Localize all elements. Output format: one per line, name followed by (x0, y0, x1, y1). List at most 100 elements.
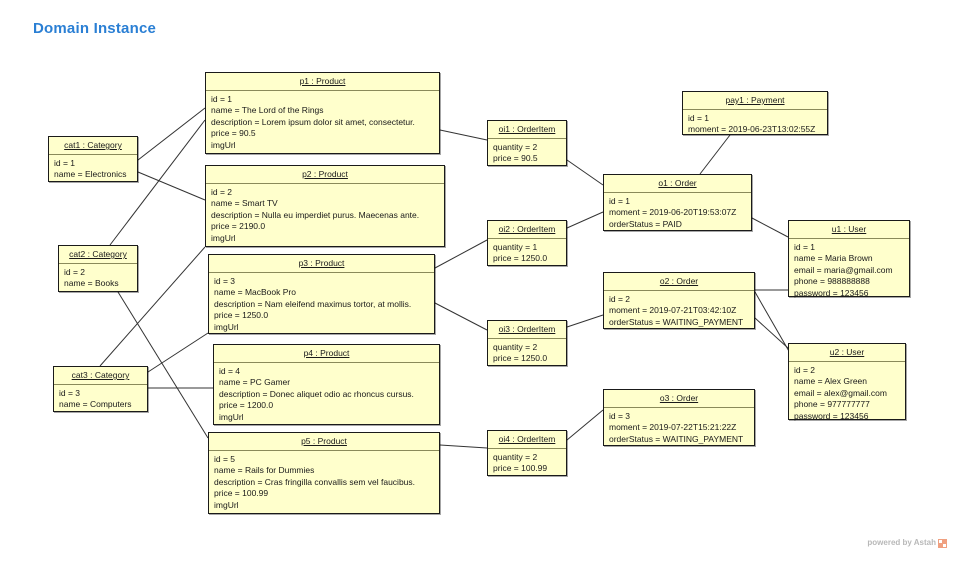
node-attribute: id = 2 (211, 187, 233, 197)
object-node-cat2[interactable]: cat2 : Category id = 2 name = Books (58, 245, 138, 292)
node-attribute: id = 1 (794, 242, 816, 252)
link-cat2-p5 (117, 291, 209, 439)
object-node-p5[interactable]: p5 : Product id = 5 name = Rails for Dummi… (208, 432, 440, 514)
object-node-p3[interactable]: p3 : Product id = 3 name = MacBook Pro desc… (208, 254, 435, 334)
node-header-oi3: oi3 : OrderItem (488, 321, 566, 339)
node-attribute: description = Lorem ipsum dolor sit amet… (211, 116, 415, 127)
object-node-pay1[interactable]: pay1 : Payment id = 1 moment = 2019-06-23T… (682, 91, 828, 135)
object-node-cat1[interactable]: cat1 : Category id = 1 name = Electronics (48, 136, 138, 182)
object-node-oi2[interactable]: oi2 : OrderItem quantity = 1 price = 1250.… (487, 220, 567, 266)
node-attributes-p1: id = 1 name = The Lord of the Rings descri… (206, 91, 439, 155)
node-attribute: quantity = 2 (493, 452, 538, 462)
node-attribute: orderStatus = PAID (609, 218, 682, 229)
node-attribute: price = 100.99 (493, 463, 548, 474)
node-header-oi2: oi2 : OrderItem (488, 221, 566, 239)
object-node-p1[interactable]: p1 : Product id = 1 name = The Lord of the… (205, 72, 440, 154)
node-attributes-cat2: id = 2 name = Books (59, 264, 137, 294)
node-attribute: imgUrl (214, 499, 239, 510)
node-title-p1: p1 : Product (299, 76, 346, 86)
node-title-p5: p5 : Product (301, 436, 347, 446)
node-header-p3: p3 : Product (209, 255, 434, 273)
node-title-u1: u1 : User (831, 224, 867, 234)
node-attribute: quantity = 1 (493, 242, 538, 252)
object-node-o2[interactable]: o2 : Order id = 2 moment = 2019-07-21T03:4… (603, 272, 755, 329)
object-node-cat3[interactable]: cat3 : Category id = 3 name = Computers (53, 366, 148, 412)
node-title-o2: o2 : Order (659, 276, 699, 286)
object-node-oi1[interactable]: oi1 : OrderItem quantity = 2 price = 90.5 (487, 120, 567, 166)
node-attribute: imgUrl (219, 411, 244, 422)
node-attribute: description = Nam eleifend maximus torto… (214, 298, 412, 309)
link-oi3-o2 (566, 314, 604, 328)
node-attributes-o3: id = 3 moment = 2019-07-22T15:21:22Z order… (604, 408, 754, 449)
object-node-o3[interactable]: o3 : Order id = 3 moment = 2019-07-22T15:2… (603, 389, 755, 446)
node-header-o2: o2 : Order (604, 273, 754, 291)
node-attribute: price = 2190.0 (211, 221, 266, 232)
link-o1-u1 (751, 217, 789, 238)
node-title-p2: p2 : Product (302, 169, 348, 179)
link-cat1-p2 (137, 171, 206, 201)
node-attribute: orderStatus = WAITING_PAYMENT (609, 433, 744, 444)
node-attribute: id = 1 (211, 94, 233, 104)
node-attribute: id = 2 (609, 294, 631, 304)
link-cat3-p3 (147, 332, 209, 373)
node-attribute: moment = 2019-07-21T03:42:10Z (609, 305, 737, 316)
node-attribute: id = 3 (609, 411, 631, 421)
object-node-oi4[interactable]: oi4 : OrderItem quantity = 2 price = 100.9… (487, 430, 567, 476)
node-attribute: quantity = 2 (493, 142, 538, 152)
node-title-cat2: cat2 : Category (69, 249, 127, 259)
node-title-p4: p4 : Product (303, 348, 350, 358)
node-attributes-u2: id = 2 name = Alex Green email = alex@gmai… (789, 362, 905, 426)
watermark-label: powered by Astah (867, 538, 936, 547)
astah-logo-icon (938, 539, 947, 548)
node-header-o3: o3 : Order (604, 390, 754, 408)
node-attribute: id = 1 (609, 196, 631, 206)
node-title-oi2: oi2 : OrderItem (498, 224, 556, 234)
node-header-p2: p2 : Product (206, 166, 444, 184)
object-node-o1[interactable]: o1 : Order id = 1 moment = 2019-06-20T19:5… (603, 174, 752, 231)
node-attributes-cat3: id = 3 name = Computers (54, 385, 147, 415)
node-attributes-p5: id = 5 name = Rails for Dummies descriptio… (209, 451, 439, 515)
object-node-p2[interactable]: p2 : Product id = 2 name = Smart TV descrip… (205, 165, 445, 247)
object-node-u1[interactable]: u1 : User id = 1 name = Maria Brown email =… (788, 220, 910, 298)
node-header-cat1: cat1 : Category (49, 137, 137, 155)
node-title-cat1: cat1 : Category (64, 140, 122, 150)
link-o2-u2 (754, 317, 789, 349)
node-attribute: description = Cras fringilla convallis s… (214, 476, 416, 487)
diagram-canvas: Domain Instance cat1 : Category id = 1 nam… (0, 0, 961, 574)
link-oi4-o3 (566, 409, 604, 441)
node-attributes-p3: id = 3 name = MacBook Pro description = Na… (209, 273, 434, 337)
astah-watermark: powered by Astah (867, 538, 947, 548)
node-attribute: name = Books (64, 278, 119, 289)
node-attribute: moment = 2019-06-23T13:02:55Z (688, 124, 816, 135)
link-o1-pay1 (699, 134, 731, 175)
node-attribute: id = 2 (64, 267, 86, 277)
object-node-oi3[interactable]: oi3 : OrderItem quantity = 2 price = 1250.… (487, 320, 567, 366)
node-title-p3: p3 : Product (298, 258, 345, 268)
node-title-o3: o3 : Order (659, 393, 699, 403)
node-attribute: moment = 2019-06-20T19:53:07Z (609, 207, 737, 218)
node-attribute: id = 1 (688, 113, 710, 123)
object-node-u2[interactable]: u2 : User id = 2 name = Alex Green email = … (788, 343, 906, 421)
node-attribute: price = 90.5 (211, 128, 256, 139)
link-p3-oi3 (434, 302, 488, 331)
node-header-oi1: oi1 : OrderItem (488, 121, 566, 139)
node-attribute: password = 123456 (794, 410, 869, 421)
node-attributes-oi4: quantity = 2 price = 100.99 (488, 449, 566, 479)
node-attribute: phone = 988888888 (794, 276, 870, 287)
node-attribute: id = 2 (794, 365, 816, 375)
node-header-oi4: oi4 : OrderItem (488, 431, 566, 449)
node-title-o1: o1 : Order (658, 178, 697, 188)
node-attribute: name = The Lord of the Rings (211, 105, 324, 116)
node-attribute: name = Rails for Dummies (214, 465, 315, 476)
link-p5-oi4 (439, 444, 488, 449)
node-attribute: phone = 977777777 (794, 399, 870, 410)
node-attributes-oi3: quantity = 2 price = 1250.0 (488, 339, 566, 369)
node-attribute: name = Alex Green (794, 376, 868, 387)
node-title-u2: u2 : User (829, 347, 865, 357)
node-attributes-p4: id = 4 name = PC Gamer description = Donec… (214, 363, 439, 427)
node-attributes-oi2: quantity = 1 price = 1250.0 (488, 239, 566, 269)
object-node-p4[interactable]: p4 : Product id = 4 name = PC Gamer descrip… (213, 344, 440, 425)
node-header-cat3: cat3 : Category (54, 367, 147, 385)
node-attribute: id = 3 (59, 388, 81, 398)
node-attribute: quantity = 2 (493, 342, 538, 352)
